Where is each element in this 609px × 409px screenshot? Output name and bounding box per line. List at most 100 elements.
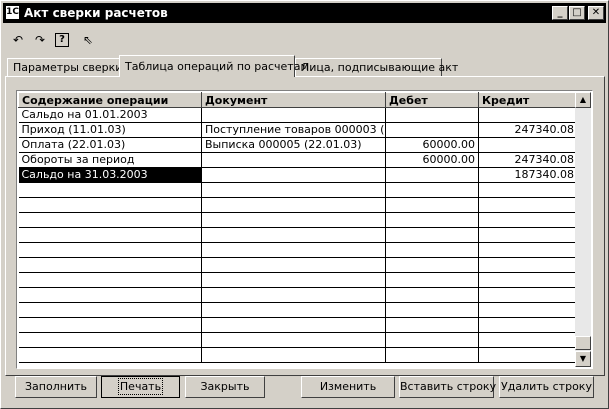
table-cell[interactable]: 247340.08	[478, 122, 578, 138]
table-cell[interactable]	[478, 137, 578, 153]
empty-table-row[interactable]	[18, 212, 578, 228]
minimize-button[interactable]: _	[552, 6, 568, 20]
table-cell[interactable]	[478, 317, 578, 333]
empty-table-row[interactable]	[18, 287, 578, 303]
delete-row-button[interactable]: Удалить строку	[499, 376, 594, 398]
table-cell[interactable]: Выписка 000005 (22.01.03)	[201, 137, 386, 153]
table-cell[interactable]	[18, 347, 202, 363]
redo-icon[interactable]: ↷	[31, 31, 49, 49]
table-row[interactable]: Обороты за период 60000.00 247340.08	[18, 152, 578, 168]
table-cell[interactable]: Сальдо на 01.01.2003	[18, 107, 202, 123]
table-cell[interactable]	[18, 332, 202, 348]
table-cell[interactable]	[385, 257, 479, 273]
col-header-debit[interactable]: Дебет	[385, 92, 479, 108]
empty-table-row[interactable]	[18, 332, 578, 348]
table-cell[interactable]: 60000.00	[385, 152, 479, 168]
table-cell[interactable]	[201, 317, 386, 333]
table-row[interactable]: Сальдо на 31.03.2003 187340.08	[18, 167, 578, 183]
col-header-operation[interactable]: Содержание операции	[18, 92, 202, 108]
table-cell[interactable]	[201, 287, 386, 303]
tab-operations-table[interactable]: Таблица операций по расчетам	[119, 55, 309, 77]
table-cell[interactable]	[201, 212, 386, 228]
print-button[interactable]: Печать	[101, 376, 180, 398]
table-cell[interactable]: Обороты за период	[18, 152, 202, 168]
table-row[interactable]: Сальдо на 01.01.2003	[18, 107, 578, 123]
close-button[interactable]: Закрыть	[185, 376, 265, 398]
empty-table-row[interactable]	[18, 272, 578, 288]
operations-grid[interactable]: Содержание операции Документ Дебет Креди…	[16, 90, 593, 369]
tab-signatories[interactable]: Лица, подписывающие акт	[295, 58, 458, 76]
table-cell[interactable]	[478, 302, 578, 318]
empty-table-row[interactable]	[18, 347, 578, 363]
table-cell[interactable]	[18, 257, 202, 273]
table-cell[interactable]	[385, 272, 479, 288]
table-cell[interactable]	[201, 257, 386, 273]
table-cell[interactable]	[18, 302, 202, 318]
edit-button[interactable]: Изменить	[301, 376, 395, 398]
table-cell[interactable]	[18, 197, 202, 213]
empty-table-row[interactable]	[18, 302, 578, 318]
table-cell[interactable]	[201, 272, 386, 288]
col-header-credit[interactable]: Кредит	[478, 92, 578, 108]
table-cell[interactable]: Приход (11.01.03)	[18, 122, 202, 138]
table-cell[interactable]	[478, 182, 578, 198]
table-cell[interactable]	[385, 227, 479, 243]
table-cell[interactable]	[201, 242, 386, 258]
empty-table-row[interactable]	[18, 182, 578, 198]
table-cell[interactable]	[201, 167, 386, 183]
table-cell[interactable]: Оплата (22.01.03)	[18, 137, 202, 153]
table-cell[interactable]	[478, 287, 578, 303]
table-cell[interactable]	[385, 287, 479, 303]
table-cell[interactable]	[385, 122, 479, 138]
table-cell[interactable]	[478, 242, 578, 258]
title-bar[interactable]: 1C Акт сверки расчетов _ □ ✕	[3, 3, 606, 23]
fill-button[interactable]: Заполнить	[15, 376, 97, 398]
empty-table-row[interactable]	[18, 257, 578, 273]
table-cell[interactable]	[385, 332, 479, 348]
close-window-button[interactable]: ✕	[588, 6, 604, 20]
context-help-icon[interactable]: ⇖	[79, 31, 97, 49]
vertical-scrollbar[interactable]: ▲ ▼	[575, 92, 591, 367]
table-cell[interactable]	[201, 347, 386, 363]
table-cell[interactable]	[18, 287, 202, 303]
undo-icon[interactable]: ↶	[9, 31, 27, 49]
empty-table-row[interactable]	[18, 197, 578, 213]
table-cell[interactable]	[478, 257, 578, 273]
help-icon[interactable]: ?	[55, 33, 69, 47]
table-cell[interactable]	[18, 212, 202, 228]
table-cell[interactable]	[385, 302, 479, 318]
table-cell[interactable]	[201, 332, 386, 348]
table-cell[interactable]	[201, 302, 386, 318]
table-cell[interactable]: Сальдо на 31.03.2003	[18, 167, 202, 183]
table-cell[interactable]	[385, 347, 479, 363]
col-header-document[interactable]: Документ	[201, 92, 386, 108]
table-cell[interactable]	[478, 107, 578, 123]
empty-table-row[interactable]	[18, 317, 578, 333]
table-cell[interactable]	[201, 227, 386, 243]
maximize-button[interactable]: □	[569, 6, 585, 20]
table-cell[interactable]	[201, 107, 386, 123]
table-cell[interactable]	[478, 332, 578, 348]
table-row[interactable]: Оплата (22.01.03) Выписка 000005 (22.01.0…	[18, 137, 578, 153]
table-cell[interactable]	[478, 347, 578, 363]
tab-parameters[interactable]: Параметры сверки	[7, 58, 122, 76]
empty-table-row[interactable]	[18, 227, 578, 243]
table-cell[interactable]	[385, 167, 479, 183]
table-cell[interactable]	[478, 212, 578, 228]
table-cell[interactable]	[201, 197, 386, 213]
table-cell[interactable]: 247340.08	[478, 152, 578, 168]
table-cell[interactable]	[385, 212, 479, 228]
table-cell[interactable]	[18, 182, 202, 198]
table-cell[interactable]	[201, 152, 386, 168]
table-cell[interactable]: 60000.00	[385, 137, 479, 153]
empty-table-row[interactable]	[18, 242, 578, 258]
scroll-thumb[interactable]	[575, 336, 591, 350]
table-cell[interactable]	[385, 317, 479, 333]
table-cell[interactable]: 187340.08	[478, 167, 578, 183]
table-cell[interactable]	[385, 242, 479, 258]
table-cell[interactable]	[478, 272, 578, 288]
table-cell[interactable]	[385, 197, 479, 213]
table-cell[interactable]	[18, 227, 202, 243]
table-cell[interactable]	[18, 317, 202, 333]
table-cell[interactable]	[18, 272, 202, 288]
